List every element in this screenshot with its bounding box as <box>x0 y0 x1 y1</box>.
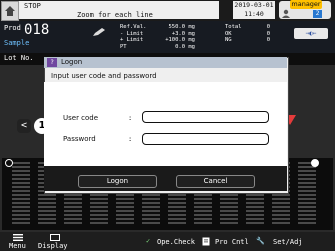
document-icon <box>202 237 210 246</box>
set-adj-button[interactable]: 🔧 Set/Adj <box>256 234 333 251</box>
status-panel: STOP Zoom for each line <box>19 1 219 19</box>
gauge-bar <box>298 162 316 226</box>
edit-pencil-icon[interactable] <box>92 27 106 37</box>
user-code-input[interactable] <box>142 111 269 123</box>
menu-button[interactable]: Menu <box>2 234 34 251</box>
user-code-label: User code <box>63 114 99 122</box>
value-label: + Limit <box>120 37 144 44</box>
product-prefix: Prod <box>4 24 21 32</box>
value-label: PT <box>120 43 127 50</box>
pro-cntl-button[interactable]: Pro Cntl <box>202 234 254 251</box>
display-icon <box>50 234 60 241</box>
logon-button[interactable]: Logon <box>78 175 157 188</box>
key-icon: ? <box>47 58 57 67</box>
ok-label: OK <box>225 30 232 37</box>
display-label: Display <box>38 242 68 250</box>
pro-cntl-label: Pro Cntl <box>215 238 249 246</box>
menu-icon <box>13 234 23 241</box>
colon: : <box>128 114 133 122</box>
product-number: 018 <box>24 22 50 38</box>
user-badge[interactable]: manager 2 <box>279 0 331 19</box>
cancel-button[interactable]: Cancel <box>176 175 255 188</box>
ope-check-button[interactable]: ✓ Ope.Check <box>146 234 202 251</box>
wrench-icon: 🔧 <box>256 237 265 245</box>
home-icon <box>5 6 15 16</box>
user-level: 2 <box>313 10 322 18</box>
password-input[interactable] <box>142 133 269 145</box>
ope-check-label: Ope.Check <box>157 238 195 246</box>
left-marker-icon <box>5 159 13 167</box>
weight-values: Ref.Val. 550.0 mg - Limit +3.0 mg + Limit +… <box>120 24 195 50</box>
value-amount: 550.0 mg <box>168 24 196 30</box>
colon: : <box>128 135 133 143</box>
right-marker-icon <box>311 159 319 167</box>
date-text: 2019-03-01 <box>234 1 274 9</box>
total-label: Total <box>225 24 242 30</box>
lot-label: Lot No. <box>4 54 34 62</box>
status-subtext: Zoom for each line <box>77 11 153 19</box>
menu-label: Menu <box>9 242 26 250</box>
total-value: 0 <box>266 24 270 30</box>
value-amount: 0.0 mg <box>175 43 195 50</box>
status-text: STOP <box>24 2 41 10</box>
zoom-toggle-button[interactable]: ⇒◐⇐ <box>294 28 328 39</box>
user-icon <box>282 9 290 18</box>
product-name: Sample <box>4 39 30 47</box>
value-amount: +3.0 mg <box>171 30 195 37</box>
ng-label: NG <box>225 37 232 44</box>
datetime-display: 2019-03-01 11:40 <box>233 1 275 19</box>
ng-value: 0 <box>266 37 270 44</box>
user-label: manager <box>290 0 322 9</box>
prev-channel-button[interactable]: < <box>17 119 31 133</box>
ok-value: 0 <box>266 30 270 37</box>
value-label: - Limit <box>120 30 144 37</box>
password-label: Password <box>63 135 96 143</box>
gauge-bar <box>12 162 30 226</box>
totals-panel: Total 0 OK 0 NG 0 <box>225 24 270 44</box>
dialog-message: Input user code and password <box>51 72 157 80</box>
time-text: 11:40 <box>244 10 264 18</box>
dialog-body <box>44 82 287 166</box>
value-label: Ref.Val. <box>120 24 147 30</box>
check-icon: ✓ <box>146 237 151 245</box>
set-adj-label: Set/Adj <box>273 238 303 246</box>
display-button[interactable]: Display <box>36 234 74 251</box>
home-button[interactable] <box>1 1 19 21</box>
value-amount: +100.0 mg <box>165 37 195 44</box>
dialog-title: Logon <box>61 58 83 66</box>
